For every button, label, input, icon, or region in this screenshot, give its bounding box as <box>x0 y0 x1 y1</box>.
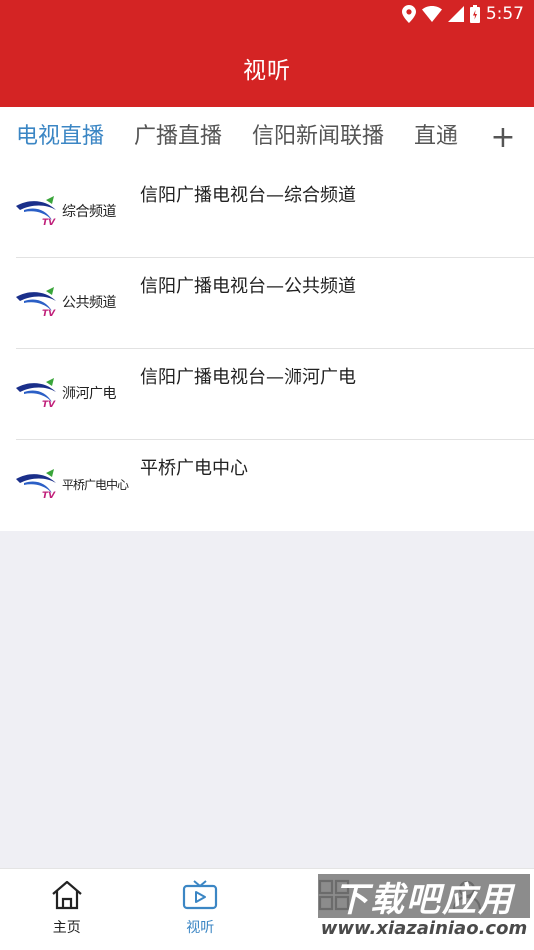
nav-media[interactable]: 视听 <box>134 869 268 950</box>
battery-icon <box>469 5 480 23</box>
svg-text:TV: TV <box>42 309 56 317</box>
nav-home-label: 主页 <box>52 920 81 936</box>
tab-xinyang-news[interactable]: 信阳新闻联播 <box>236 107 398 167</box>
logo-text: 综合频道 <box>62 204 117 220</box>
tab-direct[interactable]: 直通 <box>398 107 472 167</box>
svg-text:TV: TV <box>42 400 56 408</box>
tv-swoosh-icon: TV <box>16 287 56 317</box>
channel-logo: TV 公共频道 <box>16 280 130 324</box>
tv-icon <box>183 880 218 910</box>
location-icon <box>401 5 416 23</box>
nav-home[interactable]: 主页 <box>0 869 134 950</box>
grid-icon <box>318 879 349 911</box>
status-time: 5:57 <box>485 4 524 24</box>
logo-text: 浉河广电 <box>62 386 117 402</box>
wifi-icon <box>421 6 442 22</box>
logo-text: 平桥广电中心 <box>62 477 129 492</box>
tv-swoosh-icon: TV <box>16 196 56 226</box>
signal-icon <box>447 6 464 22</box>
list-item[interactable]: TV 浉河广电 信阳广播电视台—浉河广电 <box>16 349 534 440</box>
channel-title: 信阳广播电视台—公共频道 <box>140 276 356 297</box>
logo-text: 公共频道 <box>62 295 117 311</box>
page-title: 视听 <box>243 57 291 84</box>
list-item[interactable]: TV 平桥广电中心 平桥广电中心 <box>16 440 534 531</box>
list-item[interactable]: TV 综合频道 信阳广播电视台—综合频道 <box>16 167 534 258</box>
channel-logo: TV 综合频道 <box>16 189 130 233</box>
channel-title: 平桥广电中心 <box>140 458 248 479</box>
tab-tv-live[interactable]: 电视直播 <box>0 107 118 167</box>
user-icon <box>453 880 482 910</box>
nav-profile[interactable] <box>401 869 534 950</box>
channel-logo: TV 平桥广电中心 <box>16 462 130 506</box>
channel-title: 信阳广播电视台—浉河广电 <box>140 367 356 388</box>
plus-icon: + <box>490 119 516 155</box>
tab-radio-live[interactable]: 广播直播 <box>118 107 236 167</box>
bottom-nav: 主页 视听 <box>0 868 534 950</box>
list-item[interactable]: TV 公共频道 信阳广播电视台—公共频道 <box>16 258 534 349</box>
app-bar: 视听 <box>0 28 534 107</box>
svg-text:TV: TV <box>42 491 56 499</box>
status-bar: 5:57 <box>0 0 534 28</box>
add-tab-button[interactable]: + <box>472 107 534 167</box>
channel-logo: TV 浉河广电 <box>16 371 130 415</box>
tv-swoosh-icon: TV <box>16 469 56 499</box>
home-icon <box>52 880 82 910</box>
channel-title: 信阳广播电视台—综合频道 <box>140 185 356 206</box>
tv-swoosh-icon: TV <box>16 378 56 408</box>
channel-tabs: 电视直播 广播直播 信阳新闻联播 直通 + <box>0 107 534 167</box>
svg-text:TV: TV <box>42 218 56 226</box>
nav-media-label: 视听 <box>186 920 215 936</box>
channel-list: TV 综合频道 信阳广播电视台—综合频道 TV 公共频道 信阳广播电视台—公共频… <box>0 167 534 531</box>
nav-services[interactable] <box>267 869 401 950</box>
